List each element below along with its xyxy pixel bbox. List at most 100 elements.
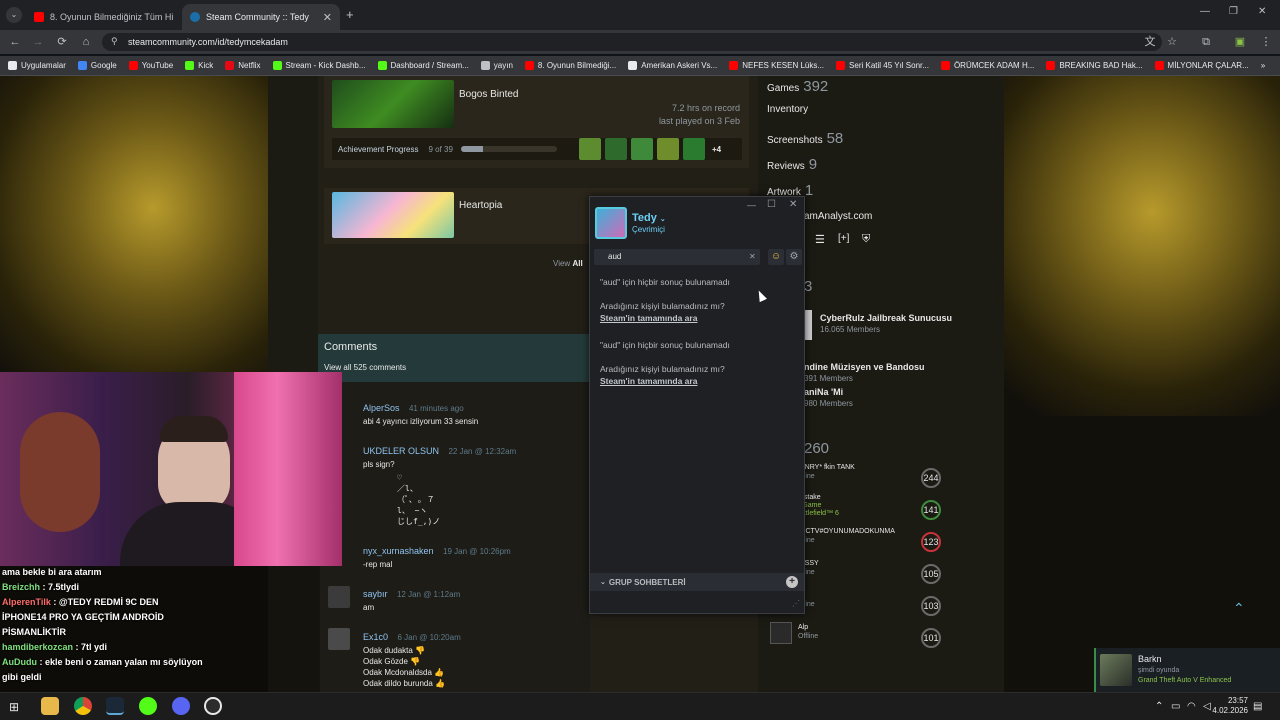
search-all-steam-link[interactable]: Steam'in tamamında ara [600, 376, 730, 386]
bookmark-item[interactable]: YouTube [128, 61, 173, 70]
steam-level-badge: 101 [921, 628, 941, 648]
bookmark-item[interactable]: Kick [185, 61, 213, 70]
discord-icon[interactable] [172, 697, 190, 715]
bookmark-item[interactable]: Stream - Kick Dashb... [272, 61, 366, 70]
menu-icon[interactable]: ⋮ [1259, 35, 1273, 49]
comment-author[interactable]: AlperSos [363, 403, 400, 413]
search-all-steam-link[interactable]: Steam'in tamamında ara [600, 313, 730, 323]
achievement-icon[interactable] [605, 138, 627, 160]
friend-notification[interactable]: Barkn şimdi oyunda Grand Theft Auto V En… [1094, 648, 1280, 692]
close-icon[interactable]: ✕ [179, 11, 180, 24]
stat-games[interactable]: Games 392 [767, 78, 843, 104]
game-title[interactable]: Heartopia [459, 200, 502, 211]
view-all-comments-link[interactable]: View all 525 comments [324, 363, 406, 372]
comment-author[interactable]: UKDELER OLSUN [363, 446, 439, 456]
achievement-icon[interactable] [579, 138, 601, 160]
file-explorer-icon[interactable] [41, 697, 59, 715]
resize-handle-icon[interactable]: ⋰ [792, 599, 800, 608]
achievement-progress-bar[interactable]: Achievement Progress 9 of 39 [332, 138, 742, 160]
add-friend-icon[interactable]: ☺ [768, 249, 784, 265]
bookmark-item[interactable]: Amerikan Askeri Vs... [628, 61, 717, 70]
bookmark-item[interactable]: 8. Oyunun Bilmediği... [524, 61, 616, 70]
game-capsule-bogos-binted[interactable] [332, 80, 454, 128]
clear-search-icon[interactable]: ✕ [749, 249, 756, 265]
group-item[interactable]: CyberRulz Jailbreak Sunucusu 16.065 Memb… [820, 313, 952, 334]
tab-steam[interactable]: Steam Community :: Tedy ✕ [182, 4, 340, 30]
tab-search-button[interactable]: ⌄ [6, 7, 22, 23]
home-icon[interactable]: ⌂ [79, 35, 93, 49]
youtube-icon [729, 61, 739, 70]
group-chats-bar[interactable]: ⌄ GRUP SOHBETLERİ + [590, 573, 804, 591]
kick-icon[interactable] [139, 697, 157, 715]
window-close-button[interactable]: ✕ [789, 199, 797, 210]
bookmark-item[interactable]: Netflix [225, 61, 261, 70]
bookmark-item[interactable]: NEFES KESEN Lüks... [729, 61, 824, 70]
user-name[interactable]: Tedy ⌄ [632, 212, 666, 224]
close-icon[interactable]: ✕ [323, 11, 332, 24]
window-minimize-button[interactable]: — [747, 200, 756, 210]
obs-icon[interactable] [204, 697, 222, 715]
groups-count[interactable]: 3 [804, 278, 812, 295]
bookmark-item[interactable]: ÖRÜMCEK ADAM H... [940, 61, 1034, 70]
comment-author[interactable]: saybır [363, 589, 388, 599]
list-icon[interactable]: ☰ [815, 233, 825, 246]
bookmark-item[interactable]: Uygulamalar [8, 61, 66, 70]
network-icon[interactable]: ▭ [1171, 701, 1180, 712]
system-clock[interactable]: 23:57 4.02.2026 [1208, 696, 1248, 716]
site-info-icon[interactable]: ⚲ [111, 36, 118, 47]
window-maximize-button[interactable]: ☐ [767, 199, 776, 210]
back-icon[interactable]: ← [8, 35, 22, 49]
bookmark-item[interactable]: Google [77, 61, 117, 70]
steam-icon[interactable] [106, 697, 124, 715]
windows-start-icon[interactable]: ⊞ [9, 700, 19, 714]
bookmark-item[interactable]: Seri Katil 45 Yıl Sonr... [836, 61, 929, 70]
group-item[interactable]: ndine Müzisyen ve Bandosu 391 Members [804, 362, 925, 383]
bookmark-item[interactable]: yayın [480, 61, 513, 70]
profile-icon[interactable]: ▣ [1233, 35, 1247, 49]
extensions-icon[interactable]: ⧉ [1199, 35, 1213, 49]
settings-gear-icon[interactable]: ⚙ [786, 249, 802, 265]
achievement-icon[interactable] [631, 138, 653, 160]
more-bookmarks-icon[interactable]: » [1261, 61, 1265, 70]
translate-icon[interactable]: 文 [1143, 35, 1157, 49]
chevron-up-icon[interactable]: ⌃ [1155, 701, 1163, 712]
friend-item[interactable]: Alp Offline 101 [770, 622, 950, 656]
game-capsule-heartopia[interactable] [332, 192, 454, 238]
address-bar[interactable]: ⚲ steamcommunity.com/id/tedymcekadam [102, 33, 1162, 51]
ascii-art-line: l、 ~ヽ [397, 506, 428, 515]
reload-icon[interactable]: ⟳ [55, 35, 69, 49]
comment-author[interactable]: Ex1c0 [363, 632, 388, 642]
window-minimize-button[interactable]: — [1200, 6, 1210, 17]
bookmark-star-icon[interactable]: ☆ [1165, 35, 1179, 49]
stat-screenshots[interactable]: Screenshots 58 [767, 130, 843, 156]
achievement-more[interactable]: +4 [712, 145, 721, 154]
stat-reviews[interactable]: Reviews 9 [767, 156, 843, 182]
game-title[interactable]: Bogos Binted [459, 89, 519, 100]
bookmark-item[interactable]: Dashboard / Stream... [377, 61, 469, 70]
profile-link[interactable]: amAnalyst.com [804, 211, 872, 222]
wifi-icon[interactable]: ◠ [1187, 701, 1196, 712]
forward-icon[interactable]: → [31, 35, 45, 49]
achievement-icon[interactable] [683, 138, 705, 160]
avatar[interactable] [595, 207, 627, 239]
friends-count[interactable]: 260 [804, 440, 829, 457]
window-maximize-button[interactable]: ❐ [1229, 6, 1238, 17]
view-all-link[interactable]: View All [553, 259, 583, 268]
bookmark-item[interactable]: MİLYONLAR ÇALAR... [1154, 61, 1249, 70]
add-group-icon[interactable]: + [786, 576, 798, 588]
new-tab-button[interactable]: + [346, 7, 354, 22]
notification-status: şimdi oyunda [1138, 667, 1180, 674]
expand-icon[interactable]: [+] [838, 233, 849, 244]
achievement-icon[interactable] [657, 138, 679, 160]
scroll-top-icon[interactable]: ⌃ [1233, 600, 1245, 617]
friends-search-input[interactable]: aud ✕ [594, 249, 760, 265]
window-close-button[interactable]: ✕ [1258, 6, 1266, 17]
shield-icon[interactable]: ⛨ [862, 233, 870, 246]
tab-youtube[interactable]: 8. Oyunun Bilmediğiniz Tüm Hi ✕ [26, 4, 180, 30]
bookmark-item[interactable]: BREAKING BAD Hak... [1046, 61, 1143, 70]
stat-inventory[interactable]: Inventory [767, 104, 843, 130]
notification-center-icon[interactable]: ▤ [1253, 701, 1262, 712]
chrome-icon[interactable] [74, 697, 92, 715]
group-item[interactable]: aniNa 'Mi 980 Members [804, 387, 853, 408]
comment-author[interactable]: nyx_xurnashaken [363, 546, 434, 556]
